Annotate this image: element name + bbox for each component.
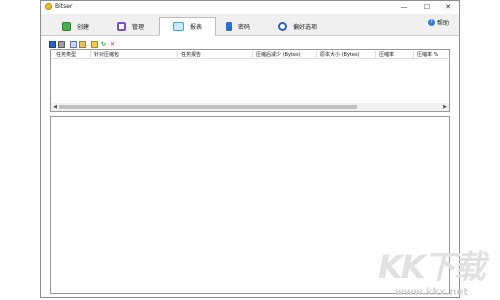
column-header[interactable]: 任务类型	[53, 51, 91, 58]
column-header[interactable]: 压缩后减少 (Bytes)	[253, 51, 317, 58]
table-header: 任务类型 针对压缩包 任务报告 压缩后减少 (Bytes) 原本大小 (Byte…	[51, 50, 449, 59]
column-header[interactable]: 任务报告	[178, 51, 253, 58]
report-icon	[173, 22, 184, 31]
key-icon	[226, 21, 232, 31]
tab-manage[interactable]: 管理	[117, 17, 144, 35]
tab-preferences[interactable]: 偏好选项	[278, 17, 317, 35]
help-icon: ?	[427, 19, 435, 26]
help-label: 帮助	[436, 20, 449, 27]
maximize-button[interactable]: ☐	[416, 1, 438, 14]
manage-icon	[117, 21, 126, 31]
scroll-right-icon[interactable]: ▶	[441, 103, 449, 111]
column-header[interactable]: 压缩率 %	[414, 51, 449, 58]
column-header[interactable]: 针对压缩包	[91, 51, 178, 58]
title-bar: Bitser — ☐ ✕	[41, 1, 459, 14]
copy-icon[interactable]	[70, 40, 77, 48]
tab-label: 创建	[77, 23, 90, 31]
help-button[interactable]: ? 帮助	[427, 18, 449, 27]
scrollbar-thumb[interactable]	[59, 105, 357, 109]
column-header[interactable]: 压缩率	[376, 51, 414, 58]
preferences-icon	[278, 21, 287, 31]
open-folder-icon[interactable]	[91, 40, 98, 48]
tab-label: 密码	[238, 23, 251, 31]
create-icon	[62, 21, 71, 31]
tab-label: 报表	[190, 24, 203, 31]
window-title: Bitser	[55, 3, 73, 10]
horizontal-scrollbar[interactable]: ◀ ▶	[51, 103, 449, 111]
print-icon[interactable]	[58, 40, 65, 48]
report-table: 任务类型 针对压缩包 任务报告 压缩后减少 (Bytes) 原本大小 (Byte…	[50, 49, 450, 112]
delete-icon[interactable]: ✕	[109, 41, 116, 48]
page: Bitser — ☐ ✕ 创建 管理 报表 密码 偏好选项 ? 帮助 ↻ ✕ 任…	[0, 0, 500, 300]
refresh-icon[interactable]: ↻	[100, 41, 107, 48]
column-header[interactable]: 原本大小 (Bytes)	[317, 51, 376, 58]
app-logo-icon	[45, 3, 52, 10]
tab-label: 管理	[132, 23, 145, 31]
paste-icon[interactable]	[79, 40, 86, 48]
save-icon[interactable]	[49, 40, 56, 48]
scroll-left-icon[interactable]: ◀	[51, 103, 59, 111]
tab-label: 偏好选项	[293, 23, 318, 31]
minimize-button[interactable]: —	[393, 1, 415, 14]
tab-report[interactable]: 报表	[159, 17, 217, 36]
watermark-url: www.kkx.net	[395, 287, 469, 298]
watermark-logo: KK下载	[378, 248, 486, 286]
tab-password[interactable]: 密码	[226, 17, 250, 35]
ribbon-tabs: 创建 管理 报表 密码 偏好选项 ? 帮助	[41, 14, 459, 36]
toolbar: ↻ ✕	[49, 39, 118, 49]
close-button[interactable]: ✕	[437, 1, 459, 14]
tab-create[interactable]: 创建	[62, 17, 89, 35]
